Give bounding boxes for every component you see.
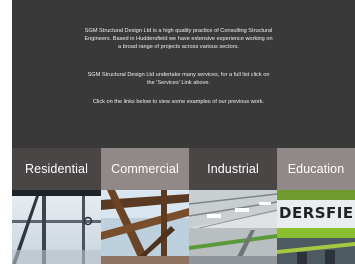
commercial-photo[interactable] [101, 190, 189, 264]
sector-link-education[interactable]: Education [277, 148, 355, 190]
sector-links: Residential Commercial Industrial Educat… [12, 148, 355, 190]
intro-panel: SGM Structural Design Ltd is a high qual… [12, 0, 355, 148]
intro-paragraph-services: SGM Structural Design Ltd undertake many… [87, 72, 270, 86]
education-photo[interactable]: DERSFIELD [277, 190, 355, 264]
intro-paragraph-links: Click on the links below to view some ex… [92, 99, 265, 105]
sector-link-commercial[interactable]: Commercial [101, 148, 189, 190]
sector-photos: DERSFIELD [12, 190, 355, 264]
home-page: SGM Structural Design Ltd is a high qual… [12, 0, 355, 264]
intro-paragraph-about: SGM Structural Design Ltd is a high qual… [84, 28, 273, 50]
residential-photo[interactable] [12, 190, 101, 264]
education-sign-text: DERSFIELD [279, 204, 355, 222]
sector-link-industrial[interactable]: Industrial [189, 148, 277, 190]
sector-link-residential[interactable]: Residential [12, 148, 101, 190]
industrial-photo[interactable] [189, 190, 277, 264]
